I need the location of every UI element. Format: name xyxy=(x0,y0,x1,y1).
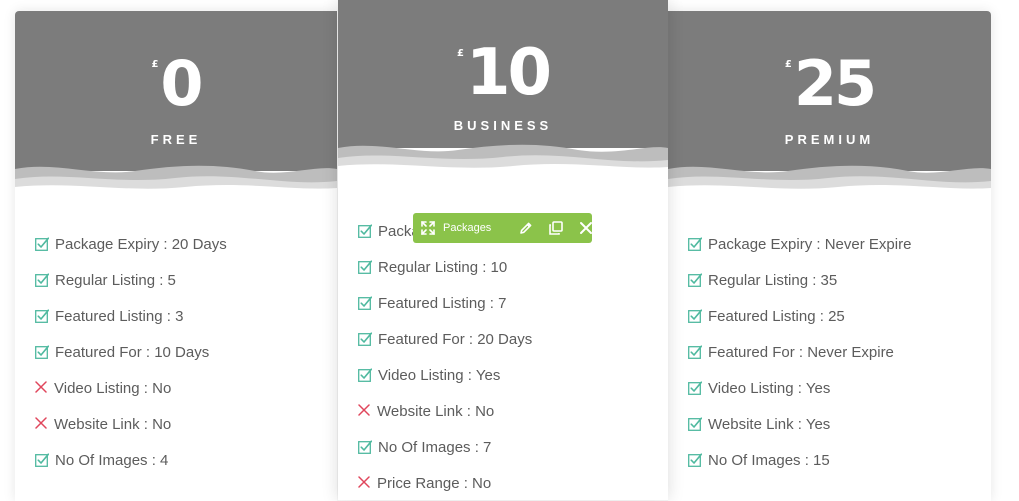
feature-item: Featured Listing : 7 xyxy=(358,292,668,328)
feature-item: Website Link : No xyxy=(358,400,668,436)
check-icon xyxy=(688,381,702,395)
cross-icon xyxy=(35,417,47,431)
check-icon xyxy=(688,273,702,287)
feature-item: Video Listing : Yes xyxy=(358,364,668,400)
feature-text: Featured For : 20 Days xyxy=(378,331,533,348)
price-amount: 25 xyxy=(793,47,877,120)
price: £25 xyxy=(668,51,991,117)
feature-text: No Of Images : 7 xyxy=(378,439,492,456)
check-icon xyxy=(358,224,372,238)
check-icon xyxy=(35,309,49,323)
feature-item: Regular Listing : 35 xyxy=(688,269,991,305)
check-icon xyxy=(358,332,372,346)
check-icon xyxy=(688,237,702,251)
feature-item: Website Link : No xyxy=(35,413,337,449)
feature-item: No Of Images : 7 xyxy=(358,436,668,472)
check-icon xyxy=(688,417,702,431)
feature-text: No Of Images : 4 xyxy=(55,452,169,469)
feature-list: Package Expiry : Never Expire Regular Lis… xyxy=(688,233,991,485)
check-icon xyxy=(35,453,49,467)
toolbar-label[interactable]: Packages xyxy=(443,222,491,234)
feature-item: No Of Images : 4 xyxy=(35,449,337,485)
feature-text: Featured Listing : 3 xyxy=(55,308,184,325)
currency-symbol: £ xyxy=(151,59,159,70)
feature-text: Regular Listing : 10 xyxy=(378,259,508,276)
currency-symbol: £ xyxy=(784,59,792,70)
feature-text: Featured Listing : 25 xyxy=(708,308,845,325)
check-icon xyxy=(358,260,372,274)
currency-symbol: £ xyxy=(456,48,464,59)
check-icon xyxy=(688,309,702,323)
wave-decoration xyxy=(15,165,337,205)
feature-text: Package Expiry : 20 Days xyxy=(55,236,227,253)
feature-text: Package Expiry : Never Expire xyxy=(708,236,912,253)
feature-text: Website Link : No xyxy=(54,416,172,433)
close-icon[interactable] xyxy=(579,221,593,235)
cross-icon xyxy=(358,404,370,418)
feature-text: Featured For : 10 Days xyxy=(55,344,210,361)
plan-name: BUSINESS xyxy=(453,118,553,133)
feature-text: Video Listing : Yes xyxy=(708,380,831,397)
feature-text: Video Listing : Yes xyxy=(378,367,501,384)
pricing-card-premium: £25 PREMIUM Package Expiry : Never Expir… xyxy=(668,11,991,501)
duplicate-icon[interactable] xyxy=(548,220,564,236)
feature-item: No Of Images : 15 xyxy=(688,449,991,485)
price: £0 xyxy=(15,51,337,117)
widget-toolbar: Packages xyxy=(413,213,593,243)
feature-text: No Of Images : 15 xyxy=(708,452,830,469)
check-icon xyxy=(688,345,702,359)
feature-item: Featured Listing : 25 xyxy=(688,305,991,341)
feature-item: Package Expiry : 20 Days xyxy=(35,233,337,269)
feature-item: Price Range : No xyxy=(358,472,668,500)
feature-item: Featured For : Never Expire xyxy=(688,341,991,377)
check-icon xyxy=(358,296,372,310)
wave-decoration xyxy=(338,144,668,184)
check-icon xyxy=(35,237,49,251)
feature-item: Video Listing : No xyxy=(35,377,337,413)
check-icon xyxy=(35,273,49,287)
price-amount: 10 xyxy=(465,36,552,110)
price-amount: 0 xyxy=(160,47,203,120)
pricing-card-business[interactable]: £10 BUSINESS Package Expiry : 30 DaysReg… xyxy=(338,0,668,500)
feature-item: Video Listing : Yes xyxy=(688,377,991,413)
feature-item: Featured For : 20 Days xyxy=(358,328,668,364)
feature-text: Regular Listing : 5 xyxy=(55,272,176,289)
plan-name: PREMIUM xyxy=(784,132,875,147)
feature-text: Price Range : No xyxy=(377,475,492,492)
wave-decoration xyxy=(668,165,991,205)
check-icon xyxy=(35,345,49,359)
check-icon xyxy=(358,440,372,454)
pricing-card-free: £0 FREE Package Expiry : 20 Days Regular … xyxy=(15,11,337,501)
check-icon xyxy=(358,368,372,382)
feature-item: Package Expiry : Never Expire xyxy=(688,233,991,269)
feature-text: Featured For : Never Expire xyxy=(708,344,894,361)
feature-list: Package Expiry : 20 Days Regular Listing … xyxy=(35,233,337,485)
feature-text: Featured Listing : 7 xyxy=(378,295,507,312)
plan-name: FREE xyxy=(150,132,202,147)
feature-item: Regular Listing : 10 xyxy=(358,256,668,292)
cross-icon xyxy=(35,381,47,395)
feature-list: Package Expiry : 30 DaysRegular Listing … xyxy=(358,220,668,500)
feature-text: Website Link : No xyxy=(377,403,495,420)
feature-text: Video Listing : No xyxy=(54,380,172,397)
feature-text: Regular Listing : 35 xyxy=(708,272,838,289)
feature-item: Website Link : Yes xyxy=(688,413,991,449)
move-icon[interactable] xyxy=(421,221,435,235)
feature-item: Featured Listing : 3 xyxy=(35,305,337,341)
pencil-icon[interactable] xyxy=(519,221,533,235)
feature-text: Website Link : Yes xyxy=(708,416,831,433)
feature-item: Regular Listing : 5 xyxy=(35,269,337,305)
check-icon xyxy=(688,453,702,467)
price: £10 xyxy=(338,40,668,106)
feature-item: Featured For : 10 Days xyxy=(35,341,337,377)
